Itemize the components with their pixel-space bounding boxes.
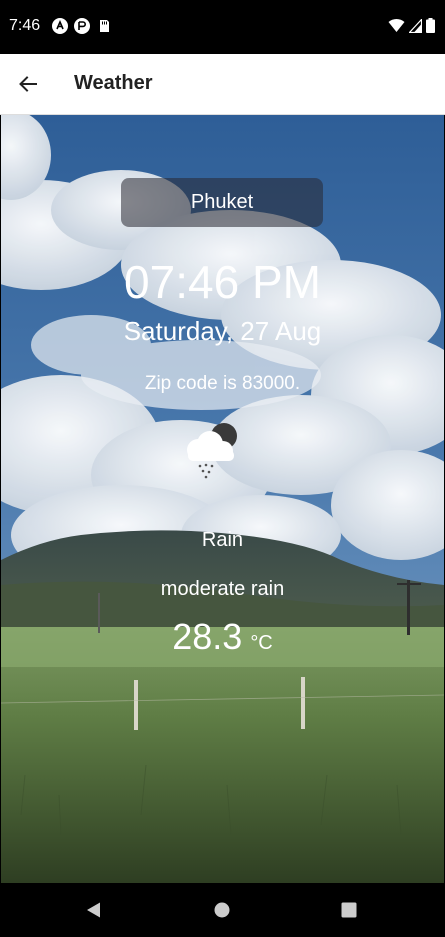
nav-back-icon bbox=[87, 902, 100, 918]
cloud-rain-night-icon bbox=[187, 423, 237, 479]
temperature-value: 28.3 bbox=[172, 616, 243, 657]
weather-condition: Rain bbox=[201, 529, 244, 551]
weather-condition-icon bbox=[178, 420, 242, 480]
nav-home-icon bbox=[214, 902, 230, 918]
background-landscape-image bbox=[1, 115, 444, 883]
temperature-unit: °C bbox=[250, 632, 273, 654]
status-system-icons bbox=[388, 18, 435, 33]
nav-home-button[interactable] bbox=[208, 896, 236, 924]
sd-card-icon bbox=[100, 20, 109, 32]
notification-a-icon bbox=[52, 18, 68, 34]
app-bar: Weather bbox=[0, 54, 445, 115]
system-navigation-bar bbox=[0, 883, 445, 937]
status-time: 7:46 bbox=[9, 17, 41, 34]
battery-icon bbox=[426, 18, 435, 33]
weather-description: moderate rain bbox=[160, 578, 285, 600]
notification-app-icon bbox=[74, 18, 90, 34]
arrow-back-icon bbox=[19, 76, 37, 92]
wifi-icon bbox=[388, 18, 405, 32]
status-notification-icons bbox=[52, 18, 112, 34]
cell-signal-icon bbox=[409, 18, 422, 33]
temperature-row: 28.3 °C bbox=[0, 616, 445, 658]
zip-code-text: Zip code is 83000. bbox=[144, 373, 301, 394]
status-bar: 7:46 bbox=[0, 0, 445, 54]
city-selector[interactable]: Phuket bbox=[121, 178, 323, 227]
current-time: 07:46 PM bbox=[124, 256, 321, 308]
nav-recents-icon bbox=[341, 902, 357, 918]
back-button[interactable] bbox=[12, 68, 44, 100]
nav-recents-button[interactable] bbox=[335, 896, 363, 924]
screen: 7:46 Weather Phuket 07:46 PM Saturday, 2… bbox=[0, 0, 445, 937]
page-title: Weather bbox=[74, 72, 153, 94]
current-date: Saturday, 27 Aug bbox=[123, 316, 322, 346]
landscape-illustration bbox=[1, 115, 444, 883]
nav-back-button[interactable] bbox=[80, 896, 108, 924]
